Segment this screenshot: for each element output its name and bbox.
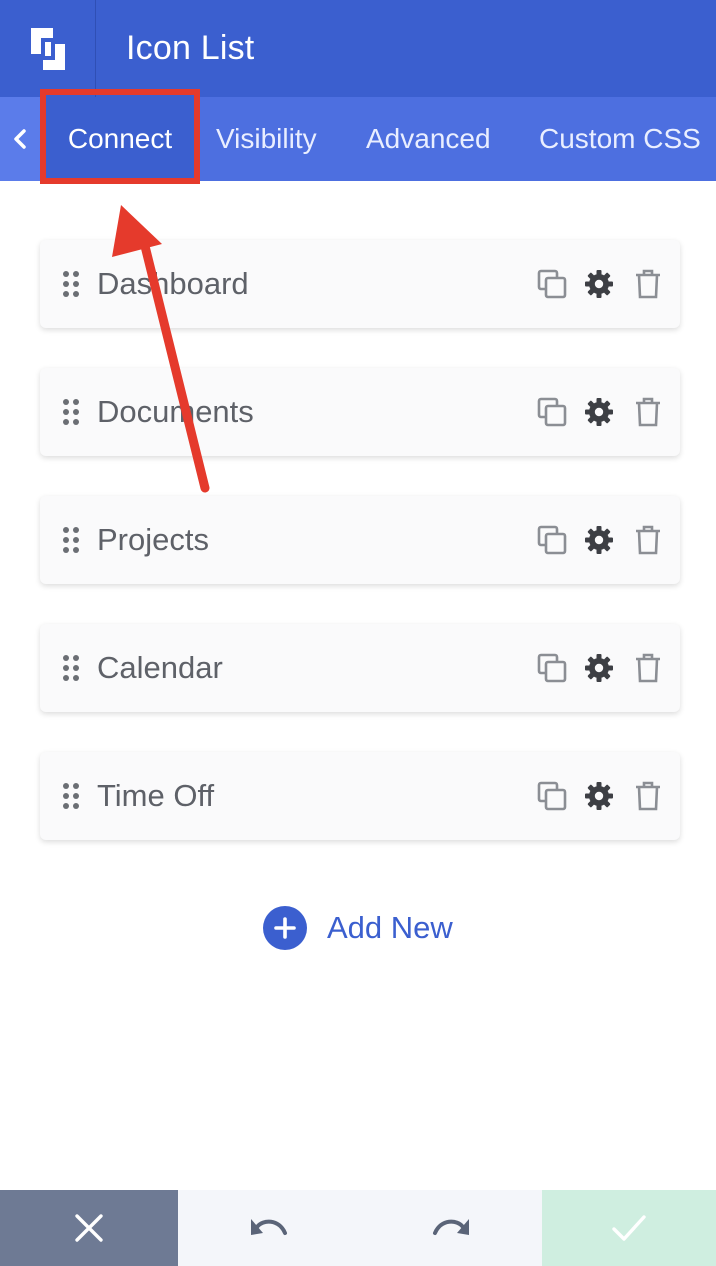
- panel-header: Icon List: [0, 0, 716, 97]
- drag-handle-icon[interactable]: [62, 270, 80, 298]
- save-button[interactable]: [542, 1190, 716, 1266]
- list-item[interactable]: Calendar: [40, 624, 680, 712]
- duplicate-button[interactable]: [536, 780, 568, 812]
- drag-handle-icon[interactable]: [62, 526, 80, 554]
- plus-icon: [274, 917, 296, 939]
- settings-button[interactable]: [583, 396, 615, 428]
- delete-button[interactable]: [632, 780, 664, 812]
- duplicate-button[interactable]: [536, 652, 568, 684]
- tab-visibility[interactable]: Visibility: [216, 97, 317, 181]
- list-item-label: Calendar: [97, 650, 223, 685]
- drag-handle-icon[interactable]: [62, 654, 80, 682]
- history-controls: [178, 1190, 542, 1266]
- redo-button[interactable]: [428, 1210, 472, 1246]
- settings-button[interactable]: [583, 268, 615, 300]
- copy-icon: [537, 397, 567, 427]
- logo: [0, 0, 96, 97]
- trash-icon: [636, 525, 660, 555]
- trash-icon: [636, 781, 660, 811]
- list-item-label: Time Off: [97, 778, 215, 813]
- gear-icon: [585, 782, 613, 810]
- gear-icon: [585, 398, 613, 426]
- trash-icon: [636, 269, 660, 299]
- copy-icon: [537, 269, 567, 299]
- undo-icon: [251, 1219, 287, 1235]
- list-item-label: Documents: [97, 394, 254, 429]
- check-icon: [612, 1215, 646, 1241]
- tab-advanced[interactable]: Advanced: [366, 97, 491, 181]
- delete-button[interactable]: [632, 396, 664, 428]
- settings-button[interactable]: [583, 524, 615, 556]
- delete-button[interactable]: [632, 652, 664, 684]
- drag-handle-icon[interactable]: [62, 398, 80, 426]
- copy-icon: [537, 525, 567, 555]
- undo-button[interactable]: [248, 1210, 292, 1246]
- list-item-label: Dashboard: [97, 266, 249, 301]
- gear-icon: [585, 270, 613, 298]
- gear-icon: [585, 654, 613, 682]
- add-new-button[interactable]: Add New: [263, 906, 453, 950]
- builder-logo-icon: [30, 27, 65, 70]
- duplicate-button[interactable]: [536, 524, 568, 556]
- list-item[interactable]: Time Off: [40, 752, 680, 840]
- panel-title: Icon List: [126, 29, 255, 67]
- list-item-label: Projects: [97, 522, 209, 557]
- gear-icon: [585, 526, 613, 554]
- trash-icon: [636, 397, 660, 427]
- delete-button[interactable]: [632, 524, 664, 556]
- list-item[interactable]: Documents: [40, 368, 680, 456]
- tab-bar: Connect Visibility Advanced Custom CSS: [0, 97, 716, 181]
- copy-icon: [537, 653, 567, 683]
- copy-icon: [537, 781, 567, 811]
- duplicate-button[interactable]: [536, 268, 568, 300]
- plus-circle-icon: [263, 906, 307, 950]
- list-item[interactable]: Dashboard: [40, 240, 680, 328]
- list-item[interactable]: Projects: [40, 496, 680, 584]
- tab-connect[interactable]: Connect: [46, 97, 194, 181]
- redo-icon: [433, 1219, 469, 1235]
- settings-button[interactable]: [583, 780, 615, 812]
- tabs-scroll-left-button[interactable]: [0, 97, 40, 181]
- cancel-button[interactable]: [0, 1190, 178, 1266]
- chevron-left-icon: [14, 129, 26, 149]
- panel-footer: [0, 1190, 716, 1266]
- tab-custom-css[interactable]: Custom CSS: [539, 97, 701, 181]
- trash-icon: [636, 653, 660, 683]
- settings-button[interactable]: [583, 652, 615, 684]
- drag-handle-icon[interactable]: [62, 782, 80, 810]
- add-new-label: Add New: [327, 910, 453, 945]
- delete-button[interactable]: [632, 268, 664, 300]
- close-icon: [75, 1214, 103, 1242]
- duplicate-button[interactable]: [536, 396, 568, 428]
